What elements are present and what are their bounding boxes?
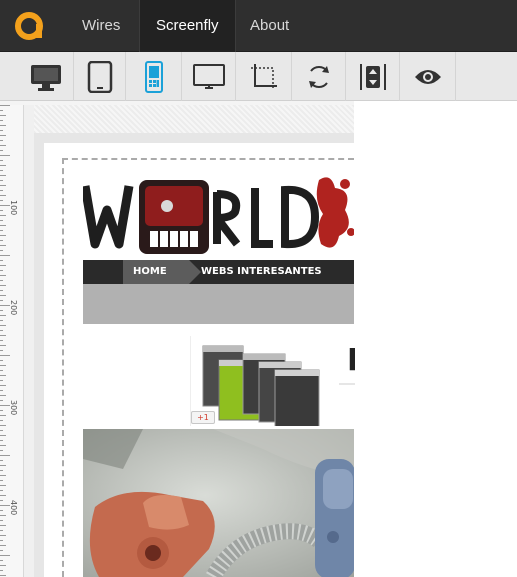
custom-size-icon [249, 62, 279, 92]
device-frame-hatch [34, 105, 354, 133]
website-grey-band [83, 284, 354, 324]
website-menu: HOME WEBS INTERESANTES [83, 260, 354, 284]
viewport-guide-horizontal [62, 158, 354, 160]
viewport-guide-vertical [62, 158, 64, 577]
eye-icon [413, 67, 443, 87]
desktop-button[interactable] [18, 52, 74, 101]
website-robot-image [83, 429, 354, 577]
device-toolbar [0, 52, 517, 101]
top-navigation-bar: Wires Screenfly About [0, 0, 517, 52]
scroll-toggle-icon [358, 62, 388, 92]
nav-screenfly[interactable]: Screenfly [139, 0, 236, 52]
google-plus-label: +1 [197, 413, 209, 422]
scroll-toggle-button[interactable] [346, 52, 400, 101]
television-icon [192, 63, 226, 91]
website-logo[interactable] [83, 174, 354, 258]
browser-windows-graphic [202, 345, 320, 431]
canvas-right-area [354, 101, 517, 577]
tablet-icon [87, 60, 113, 93]
television-button[interactable] [182, 52, 236, 101]
ruler-label-400: 400 [9, 500, 18, 516]
ruler-left: 100 200 300 400 [0, 105, 24, 577]
preview-button[interactable] [400, 52, 456, 101]
rotate-button[interactable] [292, 52, 346, 101]
screenfly-logo-icon[interactable] [14, 11, 48, 41]
google-plus-button[interactable]: +1 [191, 411, 215, 424]
ruler-label-200: 200 [9, 300, 18, 316]
tablet-button[interactable] [74, 52, 126, 101]
nav-wires[interactable]: Wires [66, 0, 136, 52]
website-menu-home[interactable]: HOME [123, 260, 201, 284]
custom-size-button[interactable] [236, 52, 292, 101]
mobile-button[interactable] [126, 52, 182, 101]
mobile-phone-icon [144, 60, 163, 93]
ruler-label-300: 300 [9, 400, 18, 416]
nav-about[interactable]: About [234, 0, 305, 52]
ruler-label-100: 100 [9, 200, 18, 216]
rotate-icon [305, 63, 333, 91]
website-menu-webs-interesantes[interactable]: WEBS INTERESANTES [201, 260, 322, 284]
desktop-icon [29, 62, 63, 92]
banner-letter: P [347, 343, 355, 378]
